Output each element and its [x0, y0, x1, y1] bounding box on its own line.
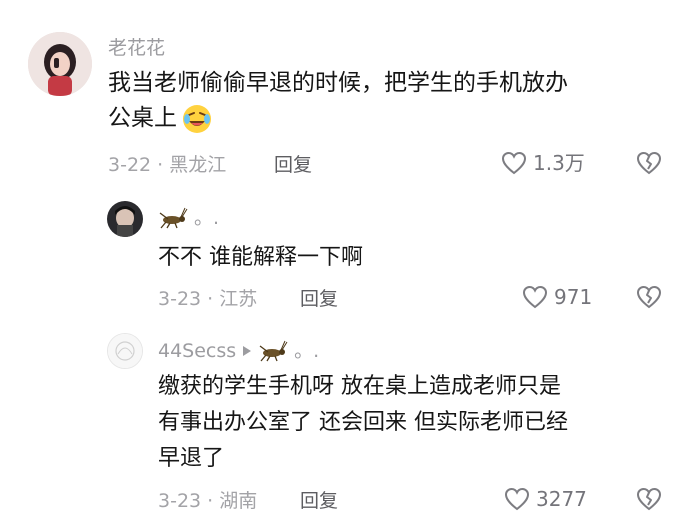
reply-name-suffix: 。.	[194, 207, 220, 229]
avatar[interactable]	[28, 32, 92, 96]
play-arrow-icon	[242, 345, 252, 357]
comment-text-line: 我当老师偷偷早退的时候，把学生的手机放办	[108, 70, 568, 96]
reply-button[interactable]: 回复	[300, 287, 338, 311]
cricket-icon	[158, 207, 188, 229]
cricket-icon	[258, 340, 288, 362]
broken-heart-icon[interactable]	[636, 151, 662, 175]
reply-text-line: 缴获的学生手机呀 放在桌上造成老师只是	[158, 374, 561, 399]
emoji-laughing-crying-icon	[181, 103, 213, 135]
comment-text-line: 公桌上	[108, 105, 177, 131]
reply-username[interactable]: 44Secss	[158, 339, 236, 363]
like-count: 3277	[536, 487, 587, 511]
reply-button[interactable]: 回复	[274, 153, 312, 177]
like-count: 1.3万	[533, 151, 585, 175]
reply-name-suffix: 。.	[294, 340, 320, 362]
heart-outline-icon	[522, 285, 548, 309]
reply-meta: 3-23 · 湖南	[158, 490, 258, 512]
reply-button[interactable]: 回复	[300, 489, 338, 513]
avatar[interactable]	[107, 201, 143, 237]
reply-text: 不不 谁能解释一下啊	[158, 245, 363, 270]
broken-heart-icon[interactable]	[636, 487, 662, 511]
reply-meta: 3-23 · 江苏	[158, 288, 258, 310]
heart-outline-icon	[501, 151, 527, 175]
heart-outline-icon	[504, 487, 530, 511]
reply-text-line: 有事出办公室了 还会回来 但实际老师已经	[158, 410, 568, 435]
comment-meta: 3-22 · 黑龙江	[108, 154, 227, 176]
like-button[interactable]: 3277	[504, 487, 587, 511]
comment-text: 我当老师偷偷早退的时候，把学生的手机放办 公桌上	[108, 66, 668, 136]
avatar[interactable]	[107, 333, 143, 369]
reply-text: 缴获的学生手机呀 放在桌上造成老师只是 有事出办公室了 还会回来 但实际老师已经…	[158, 369, 678, 477]
broken-heart-icon[interactable]	[636, 285, 662, 309]
reply-text-line: 早退了	[158, 446, 225, 471]
like-button[interactable]: 971	[522, 285, 592, 309]
like-count: 971	[554, 285, 593, 309]
like-button[interactable]: 1.3万	[501, 151, 585, 175]
comment-username[interactable]: 老花花	[108, 36, 165, 60]
